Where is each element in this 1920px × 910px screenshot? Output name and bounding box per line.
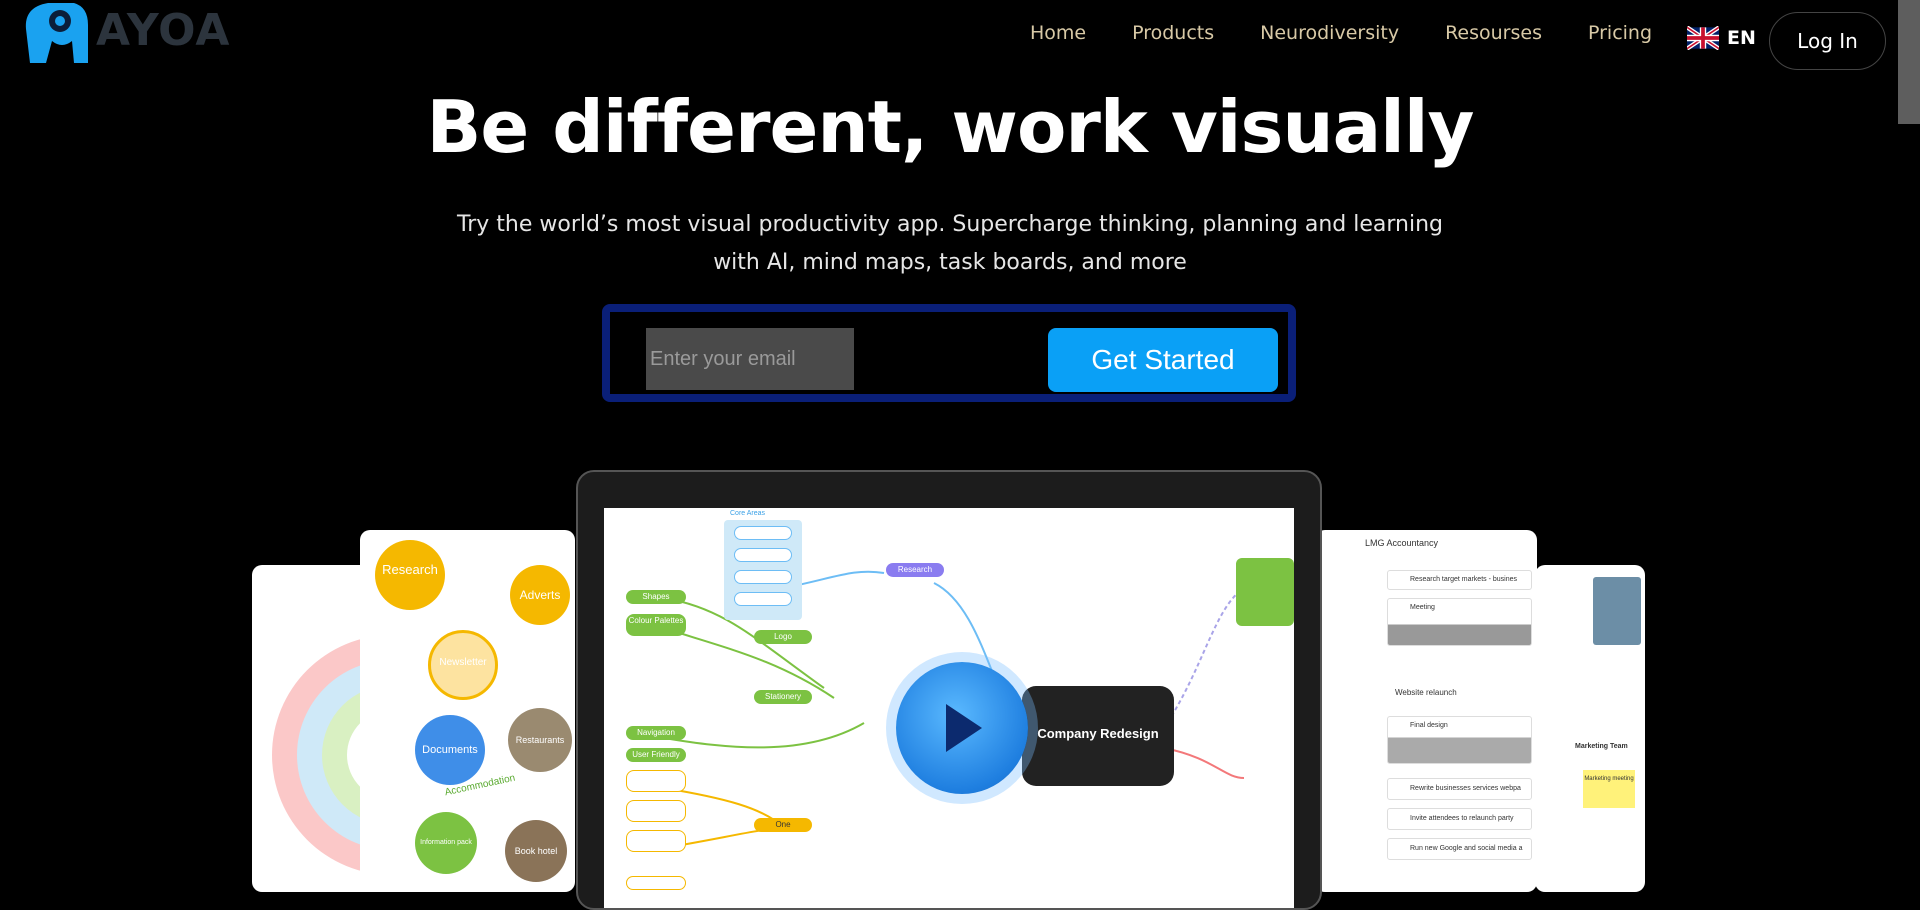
mindmap-node: Shapes bbox=[626, 590, 686, 604]
task-board-card: LMG Accountancy Research target markets … bbox=[1315, 530, 1537, 892]
restaurants-bubble: Restaurants bbox=[508, 708, 572, 772]
documents-bubble: Documents bbox=[415, 715, 485, 785]
mindmap-bubbles-card: Research Adverts Newsletter Documents Re… bbox=[360, 530, 575, 892]
login-button[interactable]: Log In bbox=[1769, 12, 1886, 70]
brand-name: AYOA bbox=[96, 4, 231, 56]
red-image-node bbox=[1236, 558, 1294, 626]
task-item: Final design bbox=[1387, 716, 1532, 764]
core-areas-label: Core Areas bbox=[730, 510, 766, 517]
information-pack-bubble: Information pack bbox=[415, 812, 477, 874]
task-item: Meeting bbox=[1387, 598, 1532, 646]
uk-flag-icon bbox=[1687, 26, 1719, 50]
hero-subtitle: Try the world’s most visual productivity… bbox=[0, 206, 1900, 282]
nav-products[interactable]: Products bbox=[1132, 22, 1214, 44]
mindmap-node: Imagery bbox=[734, 526, 792, 540]
nav-neurodiversity[interactable]: Neurodiversity bbox=[1260, 22, 1399, 44]
nav-pricing[interactable]: Pricing bbox=[1588, 22, 1652, 44]
nav-home[interactable]: Home bbox=[1030, 22, 1086, 44]
mindmap-node: Sketching bbox=[626, 876, 686, 890]
language-code: EN bbox=[1727, 27, 1756, 49]
marketing-card: Marketing Team Marketing meeting bbox=[1535, 565, 1645, 892]
mindmap-node: Begin rough sketches bbox=[626, 830, 686, 852]
photo-thumbnail bbox=[1593, 577, 1641, 645]
mindmap-node: One bbox=[754, 818, 812, 832]
ayoa-logo-icon bbox=[25, 3, 88, 63]
mindmap-node: History bbox=[734, 570, 792, 584]
mindmap-node: Colour Palettes bbox=[626, 614, 686, 636]
get-started-button[interactable]: Get Started bbox=[1048, 328, 1278, 392]
mindmap-node: Navigation bbox=[626, 726, 686, 740]
mindmap-node: Research bbox=[886, 563, 944, 577]
task-item: Rewrite businesses services webpa bbox=[1387, 778, 1532, 800]
hero-title: Be different, work visually bbox=[426, 85, 1475, 169]
book-hotel-bubble: Book hotel bbox=[505, 820, 567, 882]
brand-logo[interactable]: AYOA bbox=[22, 0, 237, 66]
mindmap-node: User Friendly bbox=[626, 748, 686, 762]
task-item: Invite attendees to relaunch party bbox=[1387, 808, 1532, 830]
mindmap-node: Company bbox=[734, 548, 792, 562]
mindmap-node: Logo bbox=[754, 630, 812, 644]
central-node: Company Redesign bbox=[1022, 686, 1174, 786]
email-input[interactable] bbox=[646, 328, 854, 390]
hero-subtitle-line-1: Try the world’s most visual productivity… bbox=[457, 212, 1443, 237]
adverts-bubble: Adverts bbox=[510, 565, 570, 625]
signup-form: Get Started bbox=[602, 304, 1296, 402]
mindmap-node: Products bbox=[734, 592, 792, 606]
marketing-team-label: Marketing Team bbox=[1575, 743, 1628, 750]
language-selector[interactable]: EN bbox=[1687, 26, 1756, 50]
mindmap-node: Company Research bbox=[626, 770, 686, 792]
task-item: Run new Google and social media a bbox=[1387, 838, 1532, 860]
hero-subtitle-line-2: with AI, mind maps, task boards, and mor… bbox=[713, 250, 1187, 275]
sticky-note: Marketing meeting bbox=[1583, 770, 1635, 808]
section-header: Website relaunch bbox=[1395, 688, 1457, 697]
board-title: LMG Accountancy bbox=[1365, 538, 1439, 548]
research-bubble: Research bbox=[375, 540, 445, 610]
play-video-button[interactable] bbox=[896, 662, 1028, 794]
mindmap-node: Stationery bbox=[754, 690, 812, 704]
nav-resources[interactable]: Resourses bbox=[1445, 22, 1542, 44]
main-nav: Home Products Neurodiversity Resourses P… bbox=[1030, 22, 1698, 44]
play-icon bbox=[946, 704, 982, 752]
mindmap-node: Research Competitors bbox=[626, 800, 686, 822]
scrollbar-thumb[interactable] bbox=[1898, 0, 1920, 124]
task-item: Research target markets - busines bbox=[1387, 570, 1532, 590]
newsletter-bubble: Newsletter bbox=[428, 630, 498, 700]
